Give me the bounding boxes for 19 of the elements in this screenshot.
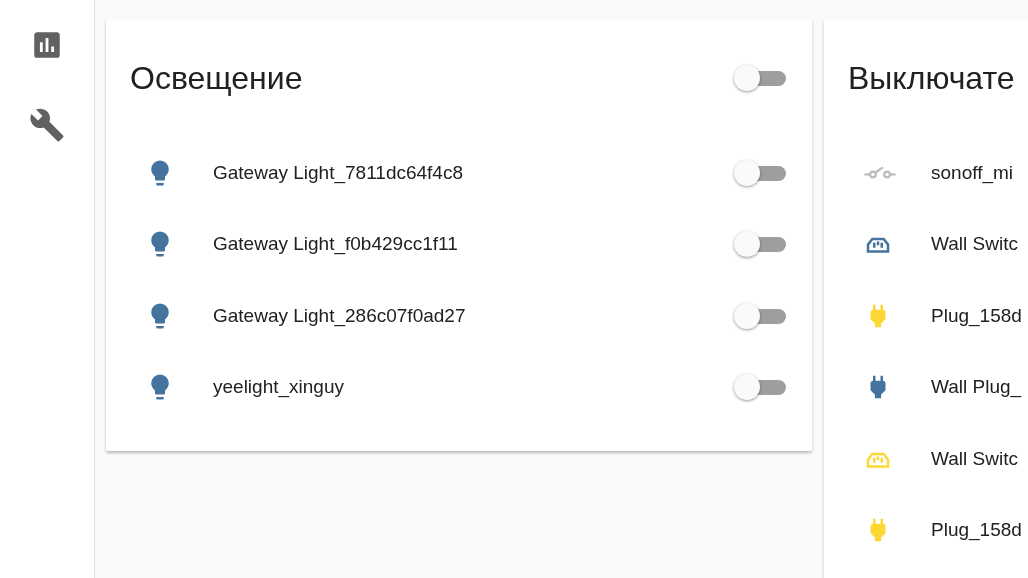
entity-name[interactable]: Plug_158d [931, 304, 1022, 327]
entity-name[interactable]: Plug_158d [931, 519, 1022, 542]
toggle-switch[interactable] [734, 65, 786, 91]
entity-name[interactable]: Gateway Light_7811dc64f4c8 [213, 161, 463, 184]
toggle-switch[interactable] [734, 231, 786, 258]
switch-icon [863, 166, 897, 179]
toggle-switch[interactable] [734, 302, 786, 329]
entity-name[interactable]: yeelight_xinguy [213, 376, 344, 399]
toggle-switch[interactable] [734, 374, 786, 401]
entity-name[interactable]: Wall Switc [931, 233, 1018, 256]
entity-name[interactable]: Gateway Light_286c07f0ad27 [213, 304, 466, 327]
entity-name[interactable]: Gateway Light_f0b429cc1f11 [213, 233, 458, 256]
entity-name[interactable]: sonoff_mi [931, 161, 1014, 184]
toggle-switch[interactable] [734, 159, 786, 186]
entity-name[interactable]: Wall Switc [931, 447, 1018, 470]
card-title: Освещение [130, 59, 303, 97]
wrench-icon[interactable] [29, 107, 65, 143]
card-title: Выключате [848, 59, 1015, 97]
entity-name[interactable]: Wall Plug_ [931, 376, 1022, 399]
